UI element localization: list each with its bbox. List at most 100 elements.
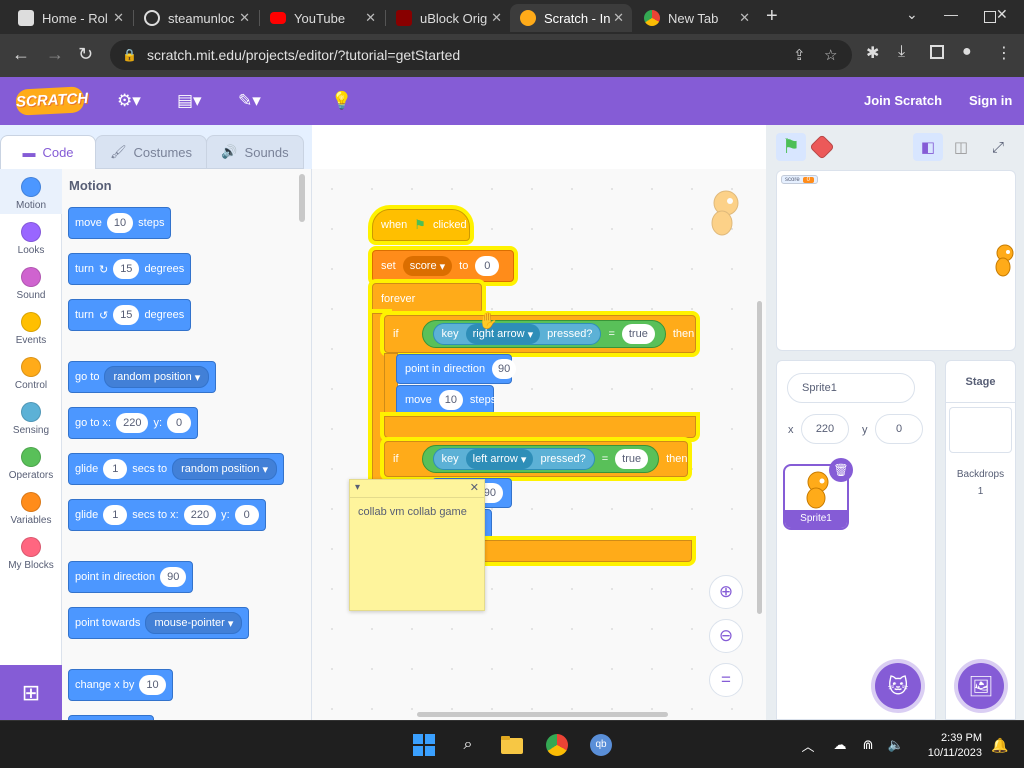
tutorials-bulb-icon[interactable]: 💡 bbox=[331, 91, 352, 111]
backdrop-thumbnail[interactable] bbox=[949, 407, 1012, 453]
category-operators[interactable]: Operators bbox=[0, 447, 62, 481]
turn-right-block[interactable]: turn ↻ 15 degrees bbox=[68, 253, 192, 285]
category-my-blocks[interactable]: My Blocks bbox=[0, 537, 62, 571]
join-scratch-link[interactable]: Join Scratch bbox=[864, 93, 942, 108]
window-close-icon[interactable]: ✕ bbox=[996, 6, 1008, 23]
share-icon[interactable]: ⇪ bbox=[793, 46, 806, 64]
windows-start-icon[interactable] bbox=[412, 733, 436, 757]
tab-ublock[interactable]: uBlock Orig ✕ bbox=[386, 4, 510, 32]
bookmark-star-icon[interactable]: ☆ bbox=[824, 46, 837, 64]
choose-sprite-button[interactable]: 🐱 bbox=[875, 663, 921, 709]
cat-sprite-icon[interactable] bbox=[991, 243, 1016, 279]
search-icon[interactable]: ⌕ bbox=[456, 733, 480, 757]
stage-canvas[interactable]: score 0 bbox=[776, 170, 1016, 351]
secs-input[interactable]: 1 bbox=[103, 459, 128, 479]
fullscreen-button[interactable]: ⤢ bbox=[983, 133, 1013, 161]
close-icon[interactable]: ✕ bbox=[739, 10, 750, 26]
close-icon[interactable]: ✕ bbox=[239, 10, 250, 26]
system-clock[interactable]: 2:39 PM 10/11/2023 bbox=[918, 731, 982, 761]
category-control[interactable]: Control bbox=[0, 357, 62, 391]
variable-dropdown[interactable]: score ▾ bbox=[402, 256, 453, 276]
point-in-direction-block[interactable]: point in direction 90 bbox=[396, 354, 517, 384]
value-input[interactable]: true bbox=[621, 324, 655, 344]
sign-in-link[interactable]: Sign in bbox=[969, 93, 1012, 108]
close-icon[interactable]: ✕ bbox=[113, 10, 124, 26]
sprite-name-input[interactable]: Sprite1 bbox=[787, 373, 915, 403]
tab-costumes[interactable]: 🖌 Costumes bbox=[95, 135, 207, 169]
glide-xy-block[interactable]: glide 1 secs to x: 220 y: 0 bbox=[68, 499, 266, 531]
workspace-hscrollbar[interactable] bbox=[417, 712, 668, 717]
reload-icon[interactable]: ↻ bbox=[78, 44, 93, 65]
script-workspace[interactable]: when ⚑ clicked set score ▾ to 0 forever … bbox=[312, 169, 766, 720]
network-icon[interactable]: ☁ bbox=[828, 733, 852, 757]
back-arrow-icon[interactable]: ← bbox=[12, 44, 30, 65]
scratch-logo[interactable]: SCRATCH bbox=[15, 86, 89, 116]
file-menu-icon[interactable]: ▤▾ bbox=[177, 91, 202, 111]
chevron-up-icon[interactable]: ︿ bbox=[796, 733, 820, 757]
if-right-arrow-block[interactable]: if key right arrow ▾ pressed? = true the… bbox=[384, 315, 696, 353]
notification-bell-icon[interactable]: 🔔 bbox=[988, 733, 1012, 757]
secs-input[interactable]: 1 bbox=[103, 505, 128, 525]
equals-operator[interactable]: key right arrow ▾ pressed? = true bbox=[421, 320, 666, 348]
steps-input[interactable]: 10 bbox=[106, 213, 134, 233]
settings-gear-icon[interactable]: ⚙▾ bbox=[117, 91, 141, 111]
edit-pencil-icon[interactable]: ✎▾ bbox=[238, 91, 261, 111]
palette-scrollbar[interactable] bbox=[299, 174, 305, 222]
tab-new-tab[interactable]: New Tab ✕ bbox=[634, 4, 758, 32]
if-left-arrow-block[interactable]: if key left arrow ▾ pressed? = true then bbox=[384, 441, 688, 477]
category-events[interactable]: Events bbox=[0, 312, 62, 346]
tab-sounds[interactable]: 🔊 Sounds bbox=[206, 135, 304, 169]
extensions-puzzle-icon[interactable]: ✱ bbox=[866, 43, 879, 63]
degrees-input[interactable]: 15 bbox=[113, 259, 140, 279]
equals-operator[interactable]: key left arrow ▾ pressed? = true bbox=[421, 445, 660, 473]
wifi-icon[interactable]: ⋒ bbox=[856, 733, 880, 757]
large-stage-button[interactable]: ◫ bbox=[946, 133, 976, 161]
restore-icon[interactable] bbox=[984, 11, 996, 23]
steps-input[interactable]: 10 bbox=[438, 390, 463, 410]
move-steps-block[interactable]: move 10 steps bbox=[396, 385, 496, 415]
position-dropdown[interactable]: random position ▾ bbox=[104, 366, 210, 388]
workspace-vscrollbar[interactable] bbox=[757, 301, 762, 614]
choose-backdrop-button[interactable]: 🖼 bbox=[958, 663, 1004, 709]
move-steps-block[interactable]: move 10 steps bbox=[68, 207, 172, 239]
degrees-input[interactable]: 15 bbox=[113, 305, 140, 325]
x-input[interactable]: 220 bbox=[801, 414, 849, 444]
go-to-block[interactable]: go to random position ▾ bbox=[68, 361, 217, 393]
forward-arrow-icon[interactable]: → bbox=[46, 44, 64, 65]
category-motion[interactable]: Motion bbox=[0, 169, 62, 214]
download-icon[interactable]: ⤓ bbox=[898, 43, 905, 61]
key-pressed-sensing[interactable]: key left arrow ▾ pressed? bbox=[432, 448, 595, 470]
value-input[interactable]: true bbox=[615, 449, 649, 469]
zoom-in-button[interactable]: ⊕ bbox=[709, 575, 743, 609]
change-input[interactable]: 10 bbox=[139, 675, 166, 695]
file-explorer-icon[interactable] bbox=[500, 733, 524, 757]
profile-icon[interactable]: ● bbox=[962, 43, 972, 61]
qbittorrent-icon[interactable]: qb bbox=[589, 733, 613, 757]
x-input[interactable]: 220 bbox=[116, 413, 149, 433]
small-stage-button[interactable]: ◧ bbox=[913, 133, 943, 161]
close-icon[interactable]: ✕ bbox=[365, 10, 376, 26]
direction-input[interactable]: 90 bbox=[160, 567, 187, 587]
minimize-icon[interactable]: — bbox=[944, 6, 958, 22]
y-input[interactable]: 0 bbox=[234, 505, 259, 525]
tab-code[interactable]: ▬ Code bbox=[0, 135, 96, 169]
close-icon[interactable]: ✕ bbox=[491, 10, 502, 26]
tab-scratch[interactable]: Scratch - In ✕ bbox=[510, 4, 632, 32]
chevron-down-icon[interactable]: ⌄ bbox=[906, 6, 918, 23]
close-icon[interactable]: ✕ bbox=[470, 481, 479, 494]
add-extension-button[interactable]: ⊞ bbox=[0, 665, 62, 720]
category-variables[interactable]: Variables bbox=[0, 492, 62, 526]
category-sound[interactable]: Sound bbox=[0, 267, 62, 301]
side-panel-icon[interactable] bbox=[930, 45, 944, 59]
collapse-triangle-icon[interactable]: ▾ bbox=[355, 482, 360, 493]
new-tab-plus-icon[interactable]: + bbox=[766, 5, 778, 28]
green-flag-button[interactable]: ⚑ bbox=[776, 133, 806, 161]
when-flag-clicked-block[interactable]: when ⚑ clicked bbox=[372, 209, 470, 241]
y-input[interactable]: 0 bbox=[875, 414, 923, 444]
change-x-block[interactable]: change x by 10 bbox=[68, 669, 173, 701]
variable-monitor[interactable]: score 0 bbox=[781, 175, 819, 184]
go-to-xy-block[interactable]: go to x: 220 y: 0 bbox=[68, 407, 198, 439]
point-in-direction-block[interactable]: point in direction 90 bbox=[68, 561, 194, 593]
zoom-reset-button[interactable]: = bbox=[709, 663, 743, 697]
category-sensing[interactable]: Sensing bbox=[0, 402, 62, 436]
